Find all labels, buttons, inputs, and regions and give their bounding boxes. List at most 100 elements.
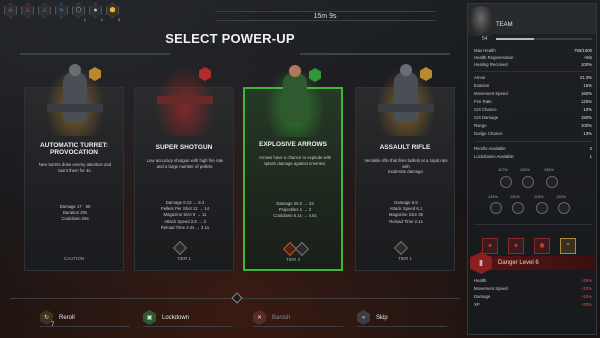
- spider-perk-icon[interactable]: ✱: [534, 238, 550, 254]
- hexagon-gold-icon[interactable]: ⬢ 3: [106, 3, 120, 22]
- status-icons: ☠ ⚔ ⚔ ≈ ⬡ 1 ● 1 ⬢ 3: [4, 3, 120, 22]
- danger-stat-row: Damage +15%: [474, 294, 592, 299]
- stat-row: Range 100%: [474, 123, 592, 128]
- stat-row: Dodge Chance 13%: [474, 131, 592, 136]
- stat-row: Armor 21.3%: [474, 75, 592, 80]
- card-description: New turrets draw enemy attention and tau…: [38, 162, 112, 173]
- weapon-label: 135%: [544, 168, 554, 172]
- weapon-label: 130%: [510, 195, 520, 199]
- card-stats: Damage 20.2 → 23 Projectiles 1 → 2 Coold…: [249, 201, 341, 220]
- card-tier: TIER 1: [176, 256, 191, 261]
- weapon-slot-icon[interactable]: [500, 176, 512, 188]
- banish-label: Banish: [272, 314, 291, 321]
- claw-icon[interactable]: ⚔: [38, 3, 51, 18]
- grenade-icon[interactable]: ● 1: [89, 3, 103, 22]
- stat-line: Cooldown 26s: [61, 216, 89, 222]
- stat-row: Rerolls Available 2: [474, 146, 592, 151]
- divider: [474, 141, 592, 142]
- danger-stat-row: Movement Speed +10%: [474, 286, 592, 291]
- card-stats: Damage 17 · 50 Duration 20s Cooldown 26s: [29, 204, 121, 223]
- team-header: TEAM: [468, 4, 596, 36]
- page-title: SELECT POWER-UP: [165, 31, 295, 46]
- stat-row: Movement Speed 160%: [474, 91, 592, 96]
- card-tier: TIER 3: [285, 257, 300, 262]
- upgrade-gem-icon: [172, 240, 188, 256]
- hexagon-icon[interactable]: ⬡ 1: [72, 3, 86, 22]
- weapon-slot-icon[interactable]: [558, 202, 570, 214]
- xp-bar: [496, 38, 592, 40]
- card-description: Low accuracy shotgun with high fire rate…: [146, 158, 224, 169]
- rarity-badge-icon: [420, 67, 432, 81]
- rarity-badge-icon: [89, 67, 101, 81]
- danger-stat-row: Health +25%: [474, 278, 592, 283]
- card-stats: Damage 8.13 → 9.3 Pellets Per Shot 12 → …: [139, 200, 231, 231]
- card-tier: CAUTION: [63, 256, 85, 261]
- powerup-card-turret[interactable]: AUTOMATIC TURRET: PROVOCATION New turret…: [24, 64, 124, 271]
- lockdown-button[interactable]: ▣ Lockdown: [143, 309, 233, 327]
- stat-row: Max Health 756/1000: [474, 48, 592, 53]
- stat-row: Crit Damage 150%: [474, 115, 592, 120]
- weapon-slot-icon[interactable]: [490, 202, 502, 214]
- card-name: AUTOMATIC TURRET: PROVOCATION: [39, 142, 108, 157]
- stat-row: Fire Rate 125%: [474, 99, 592, 104]
- weapon-slot-icon[interactable]: [536, 202, 548, 214]
- skip-icon: »: [357, 310, 370, 325]
- weapon-slot-icon[interactable]: [522, 176, 534, 188]
- powerup-card-assault-rifle[interactable]: ASSAULT RIFLE Versatile rifle that fires…: [355, 64, 455, 271]
- powerup-card-shotgun[interactable]: SUPER SHOTGUN Low accuracy shotgun with …: [134, 66, 234, 271]
- archer-portrait: [283, 65, 307, 123]
- weapon-label: 125%: [520, 168, 530, 172]
- card-footer: TIER 3: [245, 257, 341, 262]
- banish-button[interactable]: ✕ Banish: [253, 309, 343, 327]
- turret-icon: [47, 104, 103, 112]
- card-art: [265, 65, 325, 137]
- lockdown-label: Lockdown: [162, 314, 190, 321]
- divider: [474, 224, 592, 225]
- card-art: [45, 64, 105, 136]
- card-stats: Damage 6.9 Attack Speed 6.1 Magazine Siz…: [360, 200, 452, 225]
- card-name: ASSAULT RIFLE: [379, 144, 431, 151]
- stat-line: Reload Time 2.4s → 2.1s: [160, 224, 210, 230]
- stat-line: Reload Time 2.1s: [389, 218, 423, 224]
- stat-line: Cooldown 5.1s → 4.5s: [273, 213, 317, 219]
- claw-perk-icon[interactable]: ✶: [482, 238, 498, 254]
- stat-row: Evasion 15%: [474, 83, 592, 88]
- card-name: SUPER SHOTGUN: [155, 144, 213, 151]
- weapon-label: 143%: [488, 195, 498, 199]
- card-footer: TIER 1: [135, 256, 233, 261]
- title-divider: [300, 53, 450, 55]
- team-portrait: [470, 6, 492, 36]
- team-panel: TEAM 54 Max Health 756/1000 Health Regene…: [467, 3, 597, 335]
- weapon-slot-icon[interactable]: [512, 202, 524, 214]
- skip-button[interactable]: » Skip: [357, 309, 447, 327]
- wave-icon[interactable]: ≈: [55, 3, 68, 18]
- stat-row: Lockdowns Available 1: [474, 154, 592, 159]
- lock-icon: ▣: [143, 310, 156, 325]
- timer-text: 15m 9s: [313, 12, 337, 20]
- danger-stat-row: XP +30%: [474, 302, 592, 307]
- divider: [474, 71, 592, 72]
- title-divider: [20, 53, 170, 55]
- card-art: [155, 66, 215, 136]
- card-description: Versatile rifle that fires bullets at a …: [364, 158, 448, 175]
- weapon-label: 110%: [534, 195, 544, 199]
- upgrade-gem-icon: [393, 240, 409, 256]
- weapon-slot-icon[interactable]: [546, 176, 558, 188]
- stat-row: Healing Received 100%: [474, 62, 592, 67]
- powerup-card-explosive-arrows[interactable]: EXPLOSIVE ARROWS Arrows have a chance to…: [243, 65, 343, 271]
- reroll-button[interactable]: ↻ Reroll 7: [40, 309, 130, 328]
- stat-row: Crit Chance 10%: [474, 107, 592, 112]
- soldier-portrait: [394, 64, 418, 122]
- rarity-badge-icon: [199, 67, 211, 81]
- rarity-badge-icon: [309, 68, 321, 82]
- card-name: EXPLOSIVE ARROWS: [258, 141, 328, 148]
- upgrade-gem-icon: [294, 241, 310, 257]
- shotgun-icon: [157, 96, 213, 104]
- claw-icon[interactable]: ⚔: [21, 3, 34, 18]
- skull-icon[interactable]: ☠: [4, 3, 17, 18]
- soldier-portrait: [63, 64, 87, 122]
- rank-perk-icon[interactable]: ⌃: [560, 238, 576, 254]
- claw-perk-icon[interactable]: ✶: [508, 238, 524, 254]
- reroll-label: Reroll: [59, 314, 75, 321]
- weapon-label: 127%: [498, 168, 508, 172]
